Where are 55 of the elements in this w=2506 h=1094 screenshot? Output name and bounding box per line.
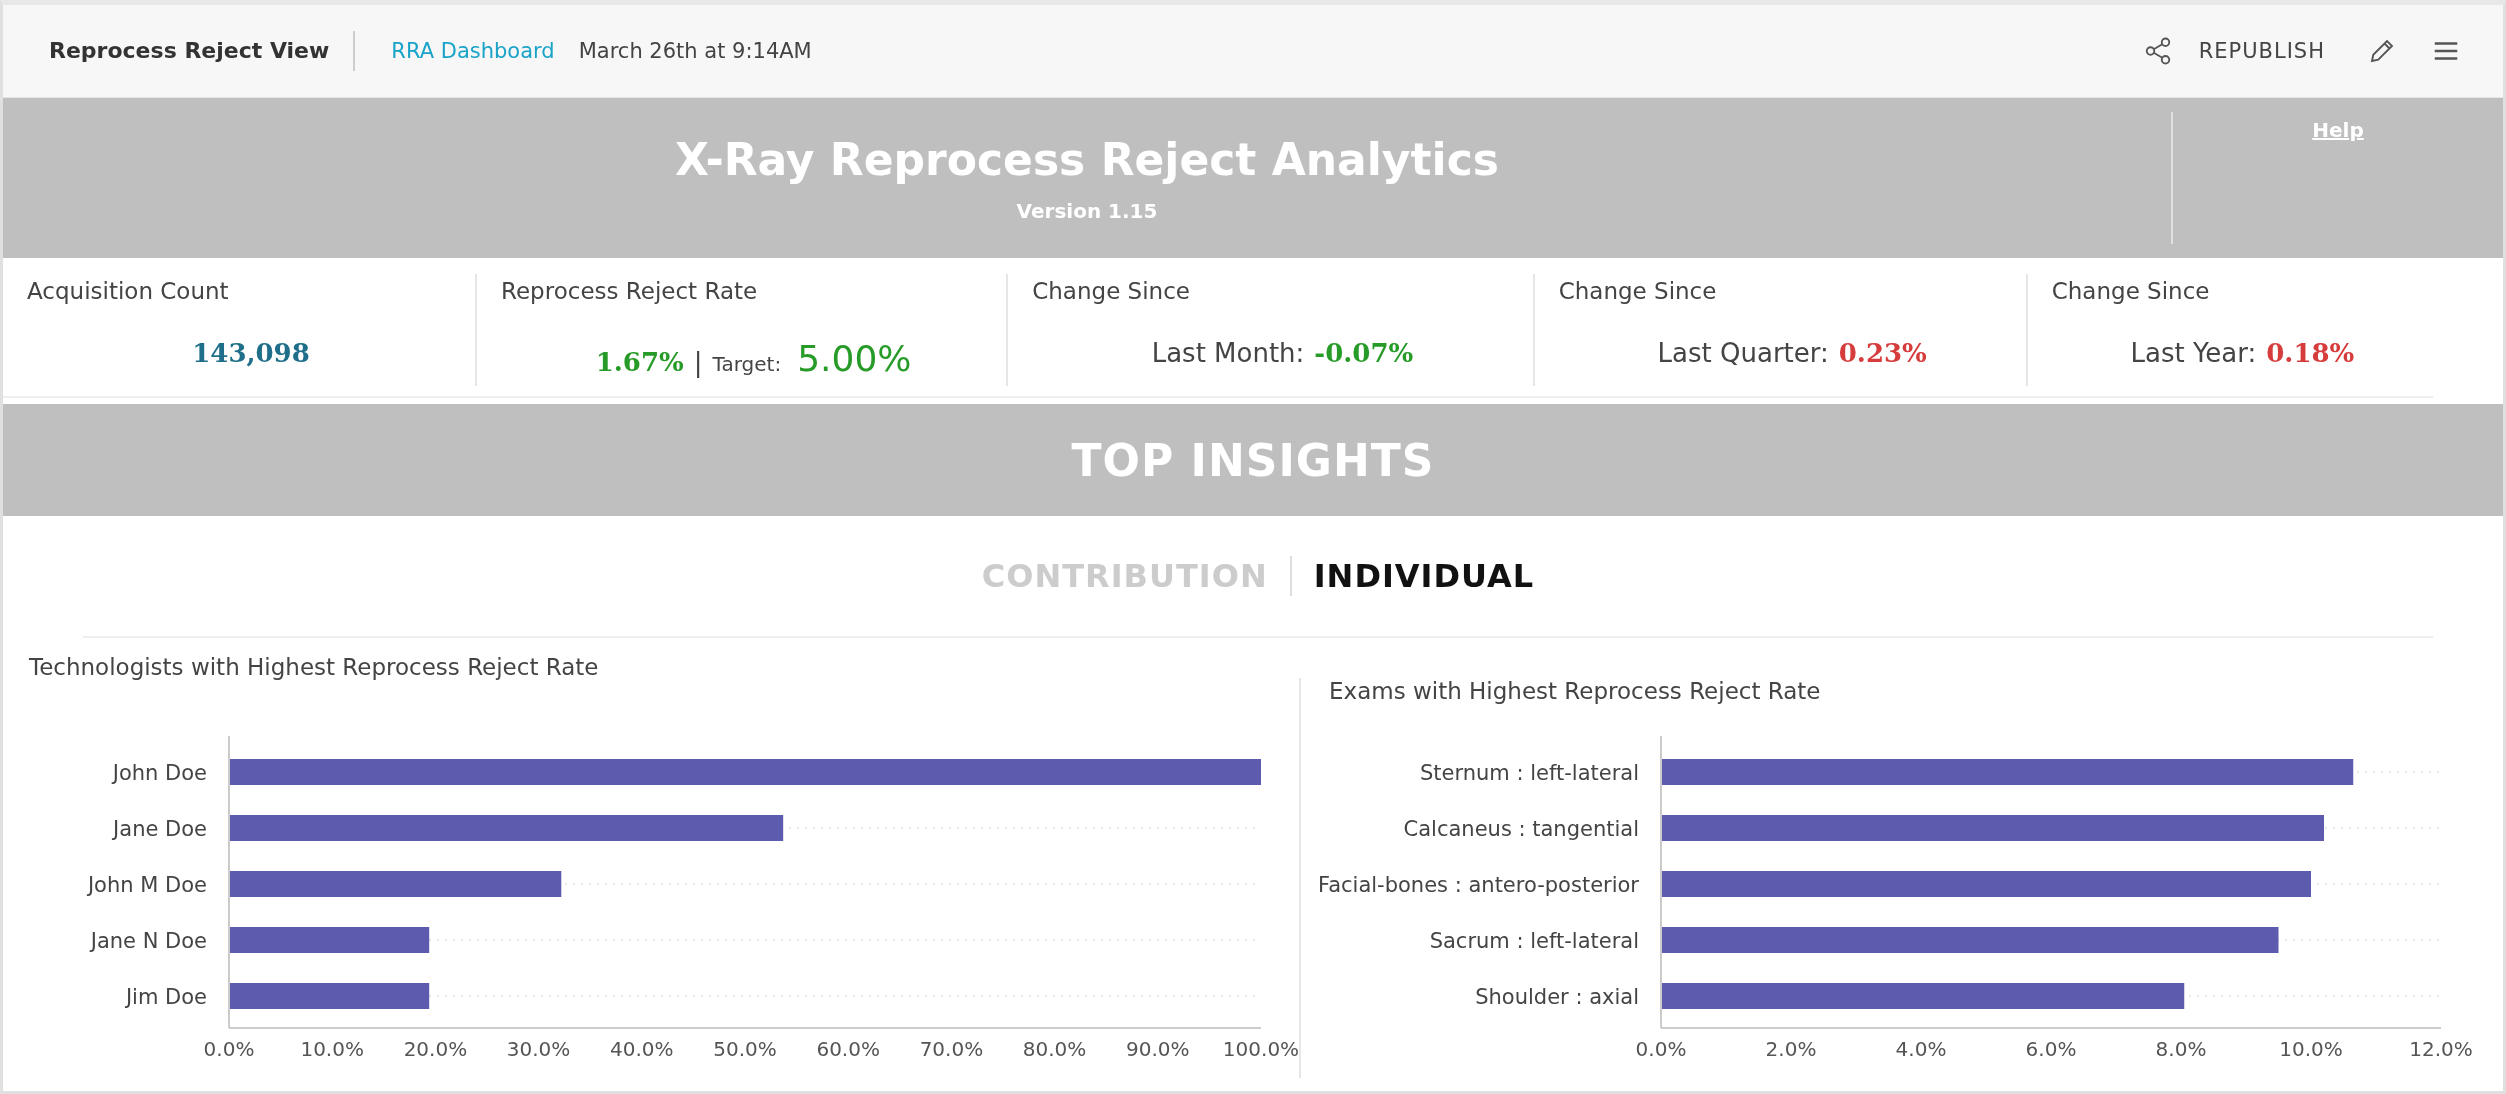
category-label: Jane N Doe bbox=[90, 929, 207, 953]
view-title: Reprocess Reject View bbox=[49, 31, 356, 71]
axis-label: 0.0% bbox=[1635, 1037, 1687, 1061]
category-label: Calcaneus : tangential bbox=[1403, 817, 1639, 841]
axis-label: 12.0% bbox=[2409, 1037, 2473, 1061]
axis-label: 100.0% bbox=[1222, 1037, 1299, 1061]
tab[interactable]: INDIVIDUAL bbox=[1291, 553, 1557, 599]
axis-label: 50.0% bbox=[713, 1037, 777, 1061]
axis-label: 70.0% bbox=[919, 1037, 984, 1061]
category-label: Facial-bones : antero-posterior bbox=[1318, 873, 1639, 897]
axis-label: 0.0% bbox=[203, 1037, 255, 1061]
chart-title: Technologists with Highest Reprocess Reject Rate bbox=[29, 654, 600, 680]
target-value: 5.00% bbox=[797, 338, 912, 379]
category-label: John Doe bbox=[112, 761, 207, 785]
axis-label: 20.0% bbox=[403, 1037, 468, 1061]
section-title: TOP INSIGHTS bbox=[1071, 434, 1435, 486]
kpi-value: 1.67% bbox=[595, 347, 684, 377]
target-label: Target: bbox=[712, 352, 782, 376]
axis-label: 4.0% bbox=[1895, 1037, 1947, 1061]
category-label: Shoulder : axial bbox=[1475, 985, 1639, 1009]
axis-label: 8.0% bbox=[2155, 1037, 2207, 1061]
kpi-value: 143,098 bbox=[192, 338, 310, 368]
version-label: Version 1.15 bbox=[1016, 198, 1158, 223]
kpi-period: Last Month: bbox=[1151, 338, 1305, 368]
axis-label: 90.0% bbox=[1126, 1037, 1190, 1061]
separator: | bbox=[693, 347, 703, 377]
timestamp: March 26th at 9:14AM bbox=[578, 39, 812, 63]
kpi-period: Last Quarter: bbox=[1657, 338, 1829, 368]
axis-label: 60.0% bbox=[816, 1037, 880, 1061]
category-label: Sacrum : left-lateral bbox=[1429, 929, 1639, 953]
category-label: Jane Doe bbox=[113, 817, 207, 841]
axis-label: 40.0% bbox=[610, 1037, 674, 1061]
chart-title: Exams with Highest Reprocess Reject Rate bbox=[1328, 678, 1822, 704]
dashboard-title: X-Ray Reprocess Reject Analytics bbox=[675, 133, 1499, 185]
help-link[interactable]: Help bbox=[2312, 118, 2364, 144]
kpi-value: 0.18% bbox=[2266, 338, 2355, 368]
dashboard-link[interactable]: RRA Dashboard bbox=[391, 39, 555, 63]
axis-label: 10.0% bbox=[2279, 1037, 2343, 1061]
axis-label: 10.0% bbox=[300, 1037, 364, 1061]
kpi-value: -0.07% bbox=[1314, 338, 1414, 368]
kpi-value: 0.23% bbox=[1838, 338, 1927, 368]
republish-button[interactable]: REPUBLISH bbox=[2192, 38, 2331, 64]
kpi-label: Reprocess Reject Rate bbox=[501, 278, 759, 304]
axis-label: 6.0% bbox=[2025, 1037, 2077, 1061]
kpi-label: Change Since bbox=[1032, 278, 1191, 304]
kpi-label: Change Since bbox=[2051, 278, 2211, 304]
axis-label: 80.0% bbox=[1022, 1037, 1087, 1061]
axis-label: 30.0% bbox=[506, 1037, 571, 1061]
kpi-period: Last Year: bbox=[2130, 338, 2257, 368]
kpi-label: Acquisition Count bbox=[27, 278, 230, 304]
axis-label: 2.0% bbox=[1765, 1037, 1817, 1061]
category-label: John M Doe bbox=[87, 873, 207, 897]
category-label: Jim Doe bbox=[125, 985, 207, 1009]
category-label: Sternum : left-lateral bbox=[1419, 761, 1639, 785]
kpi-label: Change Since bbox=[1558, 278, 1718, 304]
